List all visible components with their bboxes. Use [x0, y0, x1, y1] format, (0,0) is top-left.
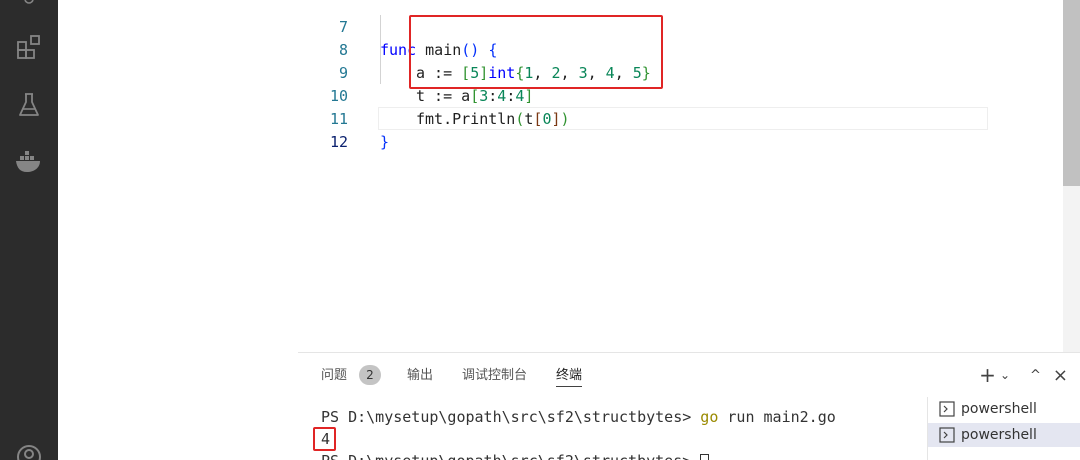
terminal-icon	[939, 401, 955, 417]
terminal-line: PS D:\mysetup\gopath\src\sf2\structbytes…	[321, 408, 836, 426]
add-terminal-icon[interactable]: +	[979, 363, 996, 387]
tab-debug-console[interactable]: 调试控制台	[462, 367, 527, 387]
scrollbar-thumb[interactable]	[1063, 0, 1080, 186]
maximize-panel-icon[interactable]: ^	[1030, 368, 1041, 383]
terminal-instance-label: powershell	[961, 401, 1037, 417]
terminal-output[interactable]: PS D:\mysetup\gopath\src\sf2\structbytes…	[298, 397, 926, 460]
terminal-instance-label: powershell	[961, 427, 1037, 443]
docker-icon[interactable]	[12, 145, 46, 179]
terminal-cursor	[700, 454, 710, 460]
terminal-command: go	[700, 408, 719, 426]
terminal-instance-item[interactable]: powershell	[928, 397, 1080, 421]
editor-scrollbar[interactable]	[1063, 0, 1080, 352]
problems-count-badge: 2	[359, 365, 381, 385]
code-highlight-box	[409, 15, 663, 89]
terminal-line: PS D:\mysetup\gopath\src\sf2\structbytes…	[321, 452, 710, 460]
panel-tabs: 问题 2 输出 调试控制台 终端 + ⌄ ^ ×	[298, 353, 1080, 397]
terminal-icon	[939, 427, 955, 443]
close-panel-icon[interactable]: ×	[1053, 365, 1068, 386]
indent-guide	[380, 15, 381, 84]
code-line[interactable]: 12	[298, 108, 988, 151]
terminal-prompt: PS D:\mysetup\gopath\src\sf2\structbytes…	[321, 452, 700, 460]
sidebar-gap	[58, 0, 298, 460]
tab-problems[interactable]: 问题	[321, 367, 347, 387]
terminal-instance-item[interactable]: powershell	[928, 423, 1080, 447]
tab-terminal[interactable]: 终端	[556, 367, 583, 387]
testing-flask-icon[interactable]	[12, 88, 46, 122]
terminal-args: run main2.go	[718, 408, 836, 426]
tab-output[interactable]: 输出	[407, 367, 433, 387]
extensions-icon[interactable]	[12, 30, 46, 64]
code-text: }	[380, 133, 390, 151]
debug-icon[interactable]	[12, 0, 46, 22]
code-editor[interactable]: 7 func main() { 8 a := [5]int{1, 2, 3, 4…	[298, 0, 1080, 352]
output-highlight-box	[313, 427, 336, 451]
terminal-instance-list: powershell powershell	[927, 397, 1080, 460]
chevron-down-icon[interactable]: ⌄	[1000, 368, 1010, 382]
activity-bar	[0, 0, 58, 460]
panel-actions: + ⌄ ^ ×	[979, 363, 1068, 387]
account-icon[interactable]	[12, 440, 46, 460]
line-number: 12	[329, 133, 348, 151]
code-line[interactable]: 7 func main() {	[298, 0, 988, 59]
terminal-prompt: PS D:\mysetup\gopath\src\sf2\structbytes…	[321, 408, 701, 426]
bottom-panel: 问题 2 输出 调试控制台 终端 + ⌄ ^ × PS D:\mysetup\g…	[298, 352, 1080, 460]
